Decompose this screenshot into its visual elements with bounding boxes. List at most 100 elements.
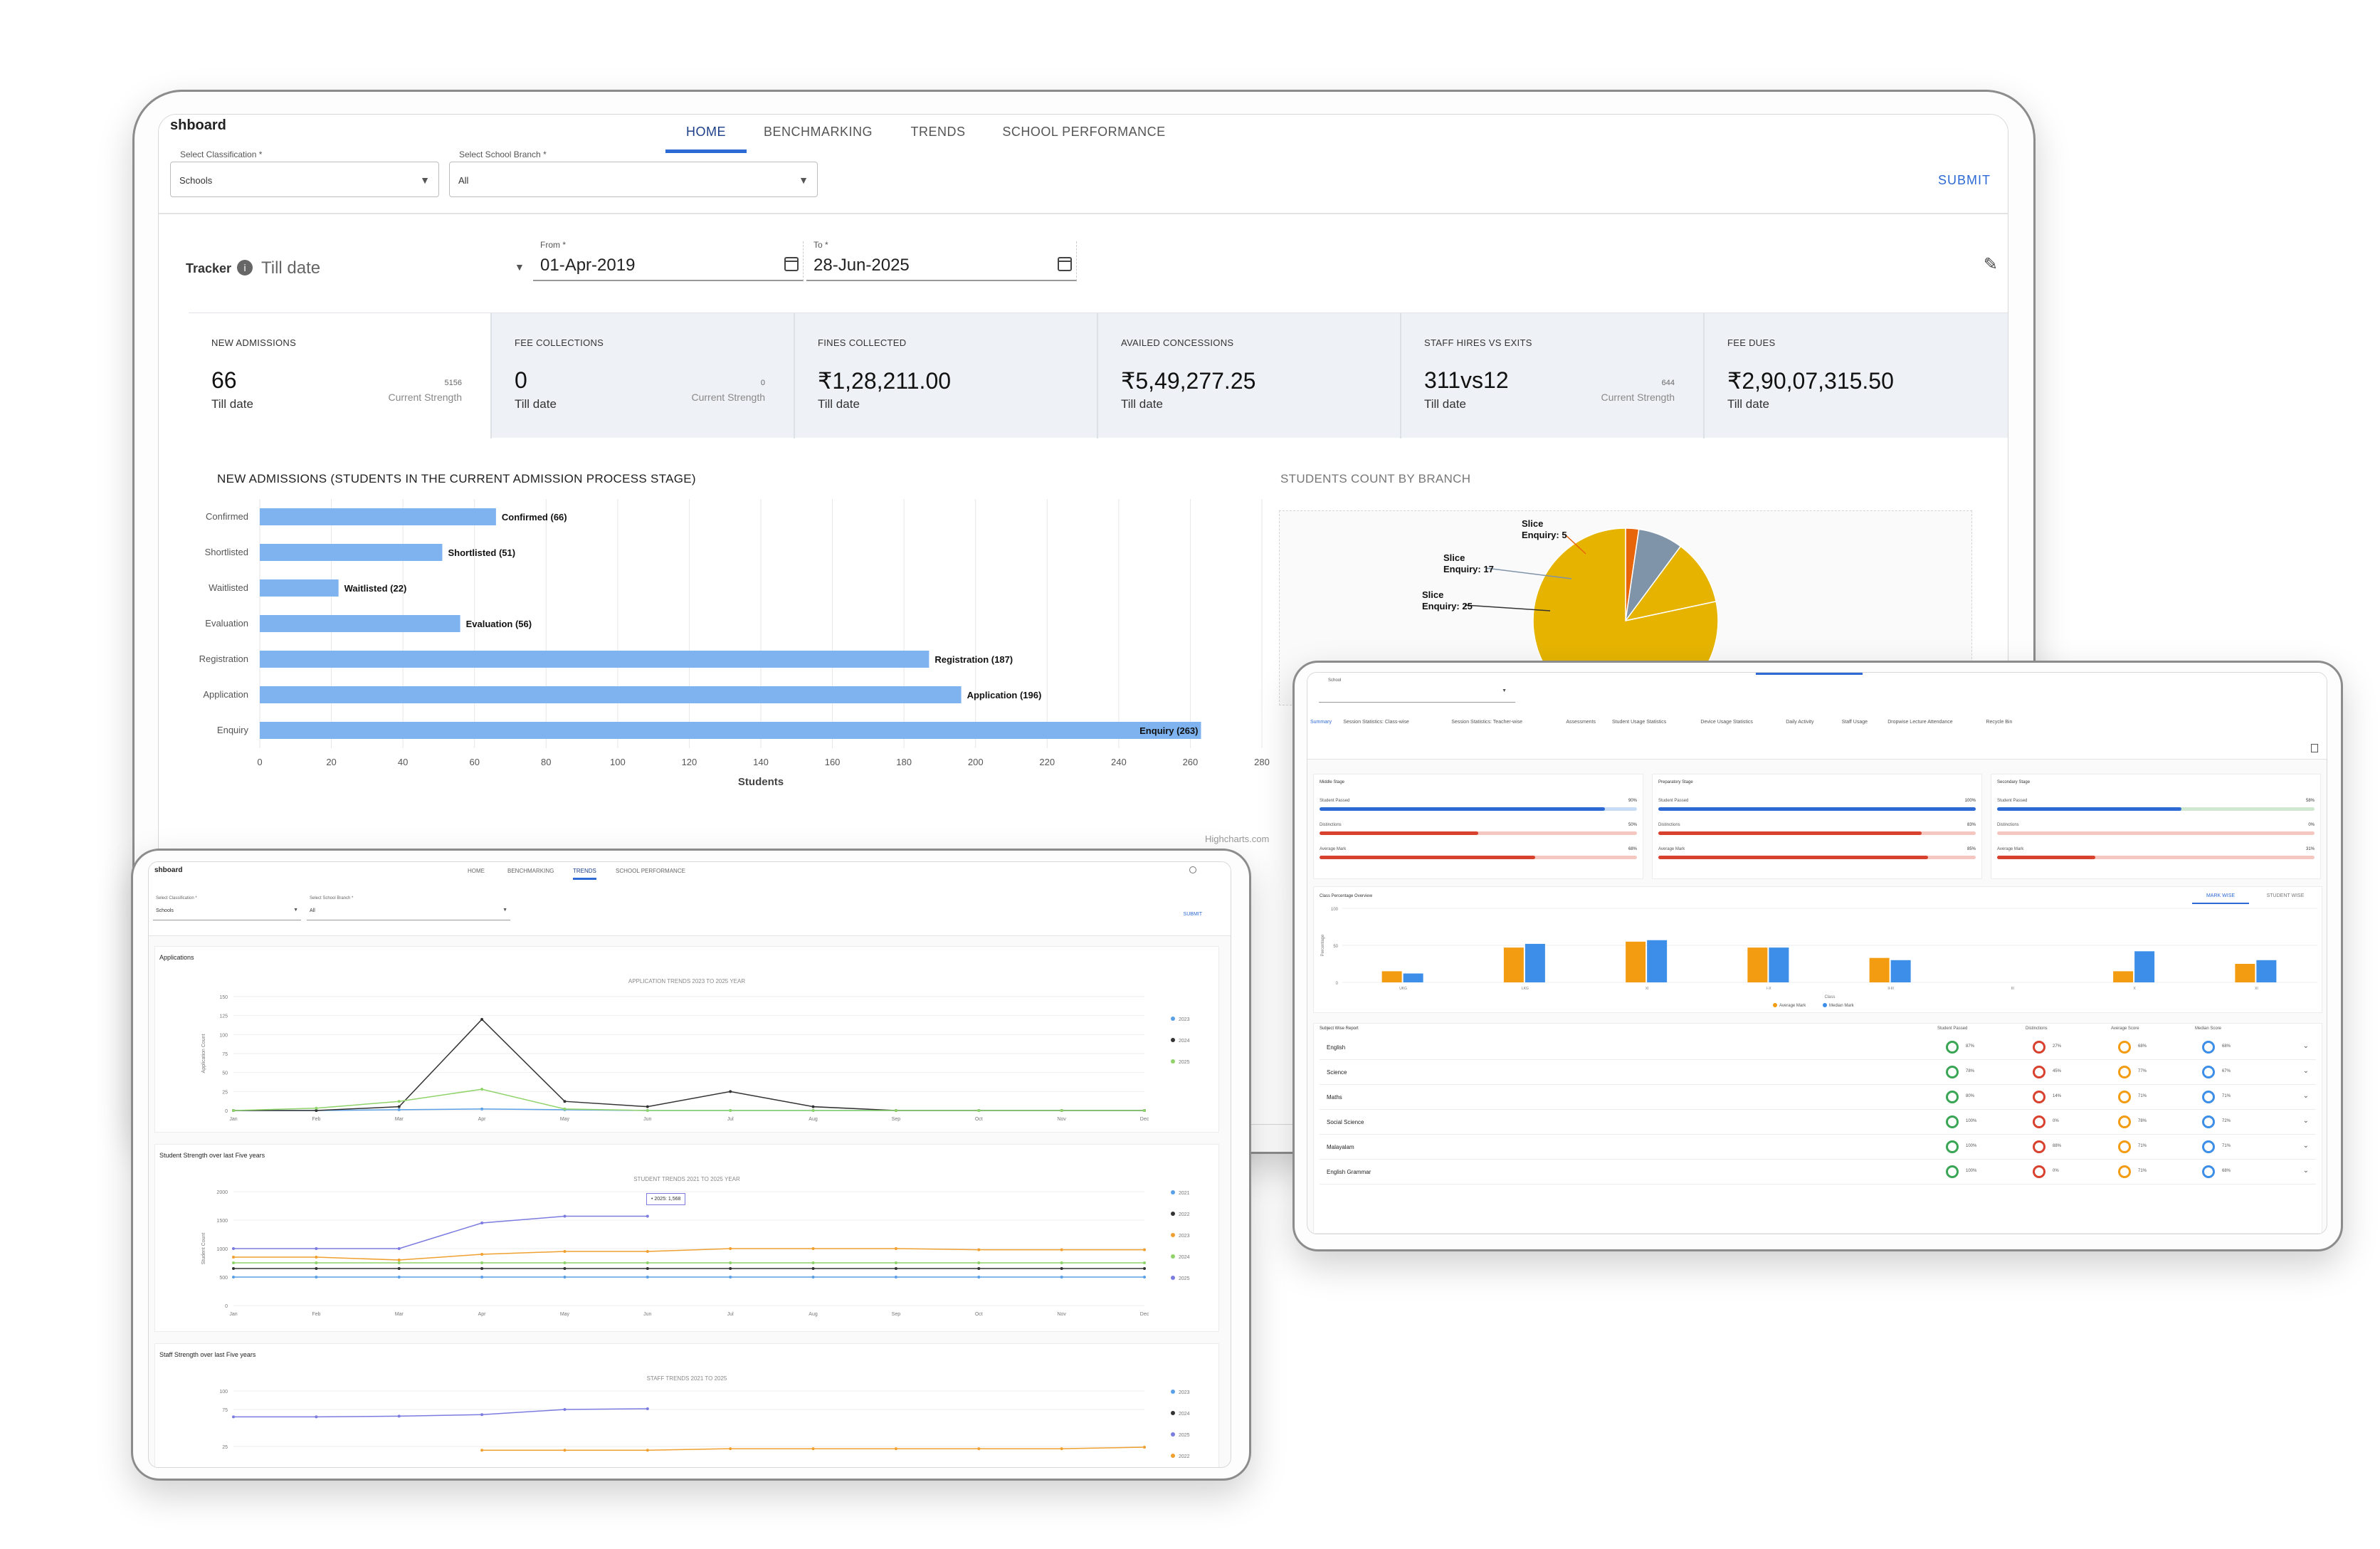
x-tick-label: Nov [1057, 1117, 1066, 1122]
calendar-icon[interactable] [1058, 257, 1072, 271]
stage-metric: Student Passed 100% [1658, 799, 1976, 820]
data-point [1060, 1447, 1063, 1451]
tab-benchmarking[interactable]: BENCHMARKING [764, 120, 873, 153]
chevron-down-icon[interactable]: ⌄ [2303, 1142, 2309, 1150]
kpi-fee-collections[interactable]: FEE COLLECTIONS 0 Till date 0 Current St… [492, 313, 795, 439]
legend-label: 2025 [1179, 1060, 1190, 1065]
chevron-down-icon: ▼ [1502, 688, 1507, 693]
tab-benchmarking[interactable]: BENCHMARKING [507, 868, 554, 878]
submit-button[interactable]: SUBMIT [1184, 912, 1202, 917]
metric-label: Distinctions [1658, 823, 1680, 827]
chevron-down-icon[interactable]: ⌄ [2303, 1042, 2309, 1050]
x-tick-label: 100 [610, 757, 626, 767]
tracker-range-select[interactable]: Till date [261, 258, 320, 278]
tab-trends[interactable]: TRENDS [573, 868, 596, 880]
subject-row[interactable]: English 87% 27% 68% 68% ⌄ [1320, 1035, 2316, 1060]
data-point [1143, 1276, 1146, 1278]
subject-row[interactable]: Maths 80% 14% 71% 71% ⌄ [1320, 1085, 2316, 1110]
branch-select[interactable]: Select School Branch * All ▼ [307, 896, 510, 920]
data-point [563, 1267, 567, 1270]
data-point [894, 1267, 897, 1270]
data-point [977, 1261, 981, 1264]
tab-school-performance[interactable]: SCHOOL PERFORMANCE [616, 868, 685, 878]
info-icon[interactable]: i [237, 260, 253, 275]
data-point [480, 1253, 484, 1256]
progress-track [1320, 856, 1637, 859]
session-tab[interactable]: Session Statistics: Teacher-wise [1451, 720, 1522, 728]
subject-name: Maths [1327, 1094, 1342, 1101]
data-point [232, 1261, 235, 1264]
download-icon[interactable] [2311, 744, 2318, 752]
chevron-down-icon[interactable]: ⌄ [2303, 1067, 2309, 1075]
to-date-field[interactable]: To * 28-Jun-2025 [806, 240, 1077, 281]
subject-value: 78% [2138, 1119, 2147, 1123]
subject-value: 100% [1966, 1119, 1977, 1123]
session-tab[interactable]: Assessments [1566, 720, 1596, 728]
classification-select[interactable]: Select Classification * Schools ▼ [170, 149, 439, 197]
edit-icon[interactable]: ✎ [1984, 254, 1998, 275]
subject-row[interactable]: Social Science 100% 0% 78% 72% ⌄ [1320, 1110, 2316, 1135]
session-tab[interactable]: Staff Usage [1842, 720, 1868, 728]
session-tab[interactable]: Recycle Bin [1986, 720, 2012, 728]
admissions-bar-chart: 0 20 40 60 80 100 120 140 160 180 200 220 240 260 280 C… [199, 499, 1270, 788]
kpi-sub: Till date [818, 397, 860, 411]
session-tab[interactable]: Session Statistics: Class-wise [1343, 720, 1409, 728]
kpi-availed-concessions[interactable]: AVAILED CONCESSIONS ₹5,49,277.25 Till da… [1098, 313, 1401, 439]
kpi-new-admissions[interactable]: NEW ADMISSIONS 66 Till date 5156 Current… [189, 313, 492, 439]
session-tab[interactable]: Daily Activity [1786, 720, 1813, 728]
submit-button[interactable]: SUBMIT [1938, 173, 1991, 188]
data-point [1143, 1248, 1146, 1251]
session-tab[interactable]: Dropwise Lecture Attendance [1887, 720, 1952, 728]
session-tab[interactable]: Student Usage Statistics [1612, 720, 1666, 728]
settings-icon[interactable] [1189, 866, 1196, 873]
legend-label: 2025 [1179, 1433, 1190, 1438]
school-select[interactable]: School ▼ [1319, 678, 1515, 703]
chevron-down-icon[interactable]: ⌄ [2303, 1167, 2309, 1175]
y-axis-title: Application Count [201, 1034, 206, 1073]
metric-label: Student Passed [1320, 799, 1350, 803]
branch-value: All [458, 175, 469, 186]
x-tick-label: Oct [975, 1117, 983, 1122]
subject-row[interactable]: English Grammar 100% 0% 71% 68% ⌄ [1320, 1160, 2316, 1185]
series-line [233, 1408, 648, 1418]
kpi-fee-dues[interactable]: FEE DUES ₹2,90,07,315.50 Till date [1705, 313, 2008, 439]
x-tick-label: 240 [1111, 757, 1127, 767]
data-point [1143, 1109, 1146, 1112]
tab-school-performance[interactable]: SCHOOL PERFORMANCE [1001, 120, 1167, 153]
bar-chart-title: NEW ADMISSIONS (STUDENTS IN THE CURRENT … [217, 472, 696, 485]
tab-trends[interactable]: TRENDS [907, 120, 969, 153]
data-point [232, 1415, 235, 1419]
data-point [811, 1447, 815, 1451]
legend-label: 2025 [1179, 1276, 1190, 1281]
metric-value: 100% [1964, 799, 1976, 803]
kpi-strength-number: 644 [1661, 379, 1675, 387]
metric-label: Student Passed [1997, 799, 2028, 803]
pie-data-label: Slice [1422, 589, 1443, 600]
x-tick-label: Mar [395, 1117, 404, 1122]
calendar-icon[interactable] [784, 257, 799, 271]
tab-home[interactable]: HOME [468, 868, 485, 878]
bar [260, 508, 496, 525]
branch-select[interactable]: Select School Branch * All ▼ [449, 149, 818, 197]
subject-row[interactable]: Malayalam 100% 88% 71% 71% ⌄ [1320, 1135, 2316, 1160]
session-tab[interactable]: Summary [1310, 720, 1332, 728]
subject-row[interactable]: Science 78% 45% 77% 67% ⌄ [1320, 1060, 2316, 1085]
dashboard-header: shboard HOME BENCHMARKING TRENDS SCHOOL … [159, 115, 2008, 214]
chevron-down-icon[interactable]: ⌄ [2303, 1092, 2309, 1100]
chevron-down-icon[interactable]: ▼ [515, 261, 525, 273]
metric-label: Distinctions [1997, 823, 2019, 827]
chevron-down-icon[interactable]: ⌄ [2303, 1117, 2309, 1125]
x-tick-label: Oct [975, 1312, 983, 1317]
data-point [646, 1105, 649, 1108]
classification-select[interactable]: Select Classification * Schools ▼ [153, 896, 301, 920]
data-point [1143, 1261, 1146, 1264]
kpi-fines-collected[interactable]: FINES COLLECTED ₹1,28,211.00 Till date [795, 313, 1098, 439]
session-tab[interactable]: Device Usage Statistics [1700, 720, 1753, 728]
from-date-field[interactable]: From * 01-Apr-2019 [533, 240, 804, 281]
bar [1647, 940, 1668, 982]
subject-value: 88% [2053, 1144, 2062, 1148]
kpi-value: 66 [211, 367, 237, 393]
tab-home[interactable]: HOME [665, 120, 747, 153]
y-tick-label: 25 [222, 1445, 228, 1450]
kpi-staff-hires-exits[interactable]: STAFF HIRES VS EXITS 311vs12 Till date 6… [1401, 313, 1705, 439]
